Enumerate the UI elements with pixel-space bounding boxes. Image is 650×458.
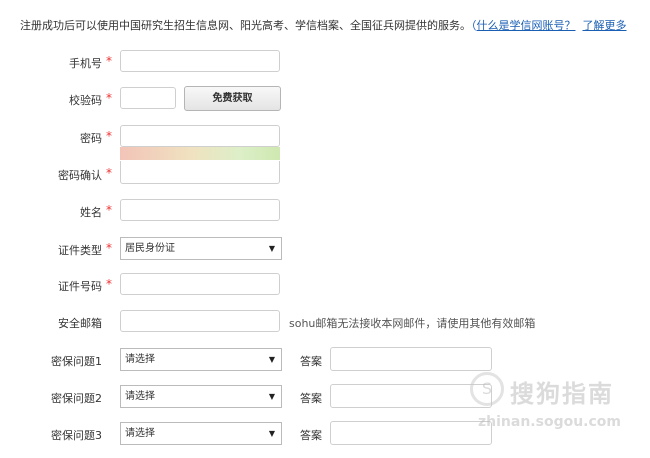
password-confirm-input[interactable] (120, 161, 280, 184)
security-question-select[interactable]: 请选择 ▼ (120, 422, 282, 445)
get-code-button[interactable]: 免费获取 (184, 86, 281, 111)
email-label: 安全邮箱 (58, 317, 102, 330)
dropdown-arrow-icon: ▼ (268, 355, 275, 364)
email-row: 安全邮箱 sohu邮箱无法接收本网邮件，请使用其他有效邮箱 (0, 310, 650, 334)
id-number-label: 证件号码 (58, 280, 102, 293)
name-label: 姓名 (80, 206, 102, 219)
security-question-label: 密保问题2 (51, 392, 102, 405)
security-question-selected: 请选择 (125, 354, 155, 365)
watermark-name: 搜狗指南 (510, 380, 614, 408)
dropdown-arrow-icon: ▼ (268, 392, 275, 401)
security-question-selected: 请选择 (125, 428, 155, 439)
password-strength-bar (120, 147, 280, 160)
required-mark: * (106, 54, 112, 68)
answer-label: 答案 (300, 392, 322, 405)
required-mark: * (106, 166, 112, 180)
required-mark: * (106, 129, 112, 143)
watermark-url: zhinan.sogou.com (478, 414, 621, 430)
phone-label: 手机号 (69, 57, 102, 70)
required-mark: * (106, 277, 112, 291)
answer-input[interactable] (330, 384, 492, 408)
name-row: 姓名 * (0, 199, 650, 223)
email-input[interactable] (120, 310, 280, 332)
intro-body: 注册成功后可以使用中国研究生招生信息网、阳光高考、学信档案、全国征兵网提供的服务… (20, 19, 471, 32)
answer-input[interactable] (330, 347, 492, 371)
intro-text: 注册成功后可以使用中国研究生招生信息网、阳光高考、学信档案、全国征兵网提供的服务… (20, 17, 627, 33)
learn-more-link[interactable]: 了解更多 (583, 19, 627, 32)
password-input[interactable] (120, 125, 280, 147)
answer-label: 答案 (300, 355, 322, 368)
name-input[interactable] (120, 199, 280, 221)
dropdown-arrow-icon: ▼ (268, 429, 275, 438)
captcha-row: 校验码 * 免费获取 (0, 86, 650, 111)
password-confirm-label: 密码确认 (58, 169, 102, 182)
captcha-input[interactable] (120, 87, 176, 109)
phone-input[interactable] (120, 50, 280, 72)
id-number-input[interactable] (120, 273, 280, 295)
what-is-account-link[interactable]: 什么是学信网账号？ (477, 19, 576, 32)
security-question-row: 密保问题1 请选择 ▼ 答案 (0, 347, 650, 372)
id-type-select[interactable]: 居民身份证 ▼ (120, 237, 282, 260)
security-question-select[interactable]: 请选择 ▼ (120, 348, 282, 371)
required-mark: * (106, 203, 112, 217)
sogou-logo-icon: S (470, 372, 504, 406)
security-question-label: 密保问题3 (51, 429, 102, 442)
id-type-selected: 居民身份证 (125, 243, 175, 254)
answer-label: 答案 (300, 429, 322, 442)
security-question-label: 密保问题1 (51, 355, 102, 368)
id-type-label: 证件类型 (58, 244, 102, 257)
security-question-select[interactable]: 请选择 ▼ (120, 385, 282, 408)
password-confirm-row: 密码确认 * (0, 161, 650, 186)
answer-input[interactable] (330, 421, 492, 445)
dropdown-arrow-icon: ▼ (268, 244, 275, 253)
required-mark: * (106, 91, 112, 105)
id-number-row: 证件号码 * (0, 273, 650, 297)
email-hint: sohu邮箱无法接收本网邮件，请使用其他有效邮箱 (289, 317, 536, 330)
phone-row: 手机号 * (0, 50, 650, 74)
id-type-row: 证件类型 * 居民身份证 ▼ (0, 237, 650, 261)
password-row: 密码 * (0, 125, 650, 160)
captcha-label: 校验码 (69, 94, 102, 107)
security-question-selected: 请选择 (125, 391, 155, 402)
required-mark: * (106, 241, 112, 255)
password-label: 密码 (80, 132, 102, 145)
